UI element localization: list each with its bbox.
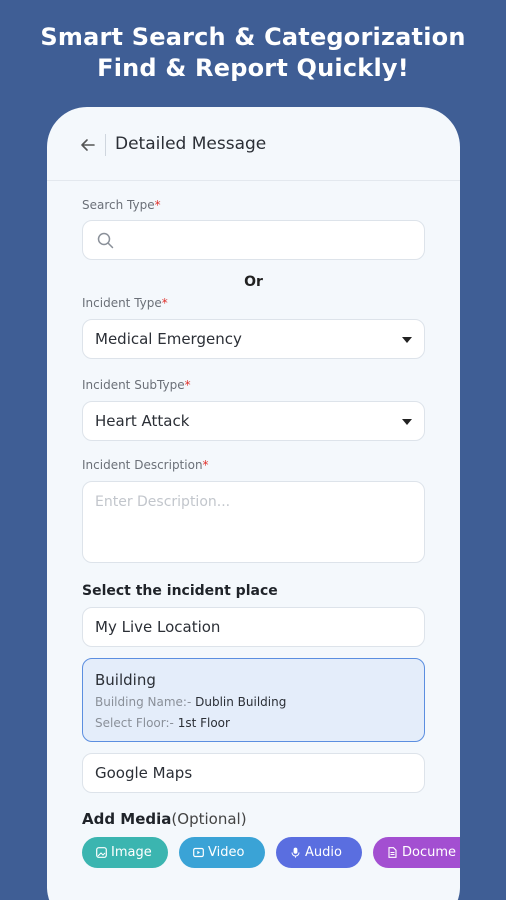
building-name-row: Building Name:- Dublin Building [95,695,286,709]
add-media-heading: Add Media(Optional) [82,810,247,828]
add-document-button[interactable]: Docume [373,837,460,868]
arrow-left-icon[interactable] [79,136,97,154]
add-image-button[interactable]: Image [82,837,168,868]
document-icon [388,847,397,858]
search-type-label-text: Search Type [82,198,155,212]
phone-screen: Detailed Message Search Type* Or Inciden… [47,107,460,900]
incident-subtype-value: Heart Attack [95,412,190,430]
header-divider [105,134,106,156]
promo-line-1: Smart Search & Categorization [40,23,466,51]
live-location-label: My Live Location [95,618,221,636]
search-icon [97,232,114,249]
building-option[interactable]: Building Building Name:- Dublin Building… [82,658,425,742]
microphone-icon [291,847,300,858]
description-placeholder: Enter Description... [95,494,231,510]
google-maps-option[interactable]: Google Maps [82,753,425,793]
add-audio-label: Audio [305,845,342,860]
incident-subtype-label-text: Incident SubType [82,378,185,392]
caret-down-icon [402,337,412,343]
promo-line-2: Find & Report Quickly! [97,54,409,82]
floor-label: Select Floor:- [95,716,174,730]
promo-headline: Smart Search & Categorization Find & Rep… [0,22,506,84]
incident-subtype-label: Incident SubType* [82,378,191,392]
add-video-button[interactable]: Video [179,837,265,868]
google-maps-label: Google Maps [95,764,193,782]
add-media-title: Add Media [82,810,172,828]
required-mark: * [161,296,168,310]
required-mark: * [154,198,161,212]
incident-description-textarea[interactable]: Enter Description... [82,481,425,563]
required-mark: * [184,378,191,392]
floor-row: Select Floor:- 1st Floor [95,716,230,730]
image-icon [96,847,107,858]
incident-description-label: Incident Description* [82,458,209,472]
caret-down-icon [402,419,412,425]
incident-subtype-select[interactable]: Heart Attack [82,401,425,441]
video-icon [193,847,204,858]
incident-type-value: Medical Emergency [95,330,242,348]
required-mark: * [202,458,209,472]
building-title: Building [95,671,156,689]
incident-place-heading: Select the incident place [82,583,278,599]
search-type-input[interactable] [82,220,425,260]
floor-value: 1st Floor [177,716,230,730]
incident-type-label: Incident Type* [82,296,168,310]
add-document-label: Docume [402,845,457,860]
building-name-value: Dublin Building [195,695,287,709]
page-title: Detailed Message [115,134,267,154]
add-image-label: Image [111,845,152,860]
app-header: Detailed Message [47,107,460,181]
building-name-label: Building Name:- [95,695,192,709]
or-separator: Or [244,274,263,290]
incident-type-select[interactable]: Medical Emergency [82,319,425,359]
optional-note: (Optional) [171,810,247,828]
add-audio-button[interactable]: Audio [276,837,362,868]
add-video-label: Video [208,845,245,860]
live-location-option[interactable]: My Live Location [82,607,425,647]
search-type-label: Search Type* [82,198,161,212]
incident-description-label-text: Incident Description [82,458,203,472]
incident-type-label-text: Incident Type [82,296,162,310]
